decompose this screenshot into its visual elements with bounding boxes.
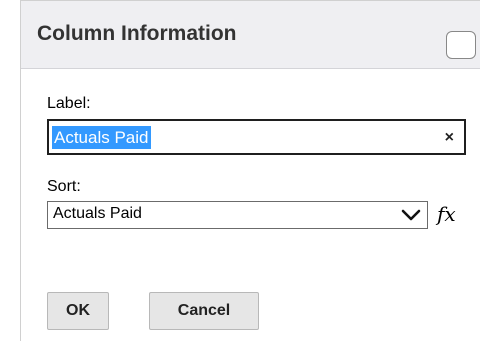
ok-button[interactable]: OK (47, 292, 109, 330)
cancel-button[interactable]: Cancel (149, 292, 259, 330)
dialog-title: Column Information (37, 22, 237, 45)
chevron-down-icon[interactable] (401, 208, 421, 222)
close-icon[interactable]: × (445, 126, 454, 149)
label-field-label: Label: (47, 95, 91, 112)
maximize-icon[interactable] (446, 31, 476, 59)
label-input-value[interactable]: Actuals Paid (52, 126, 151, 149)
dialog-title-bar: Column Information (21, 1, 480, 69)
sort-field-label: Sort: (47, 178, 81, 195)
fx-icon[interactable]: fx (437, 202, 456, 226)
column-information-dialog: Column Information Label: Actuals Paid ×… (20, 0, 480, 341)
label-input[interactable]: Actuals Paid × (47, 119, 466, 155)
sort-select-value: Actuals Paid (53, 205, 142, 222)
sort-select[interactable]: Actuals Paid (47, 201, 428, 229)
